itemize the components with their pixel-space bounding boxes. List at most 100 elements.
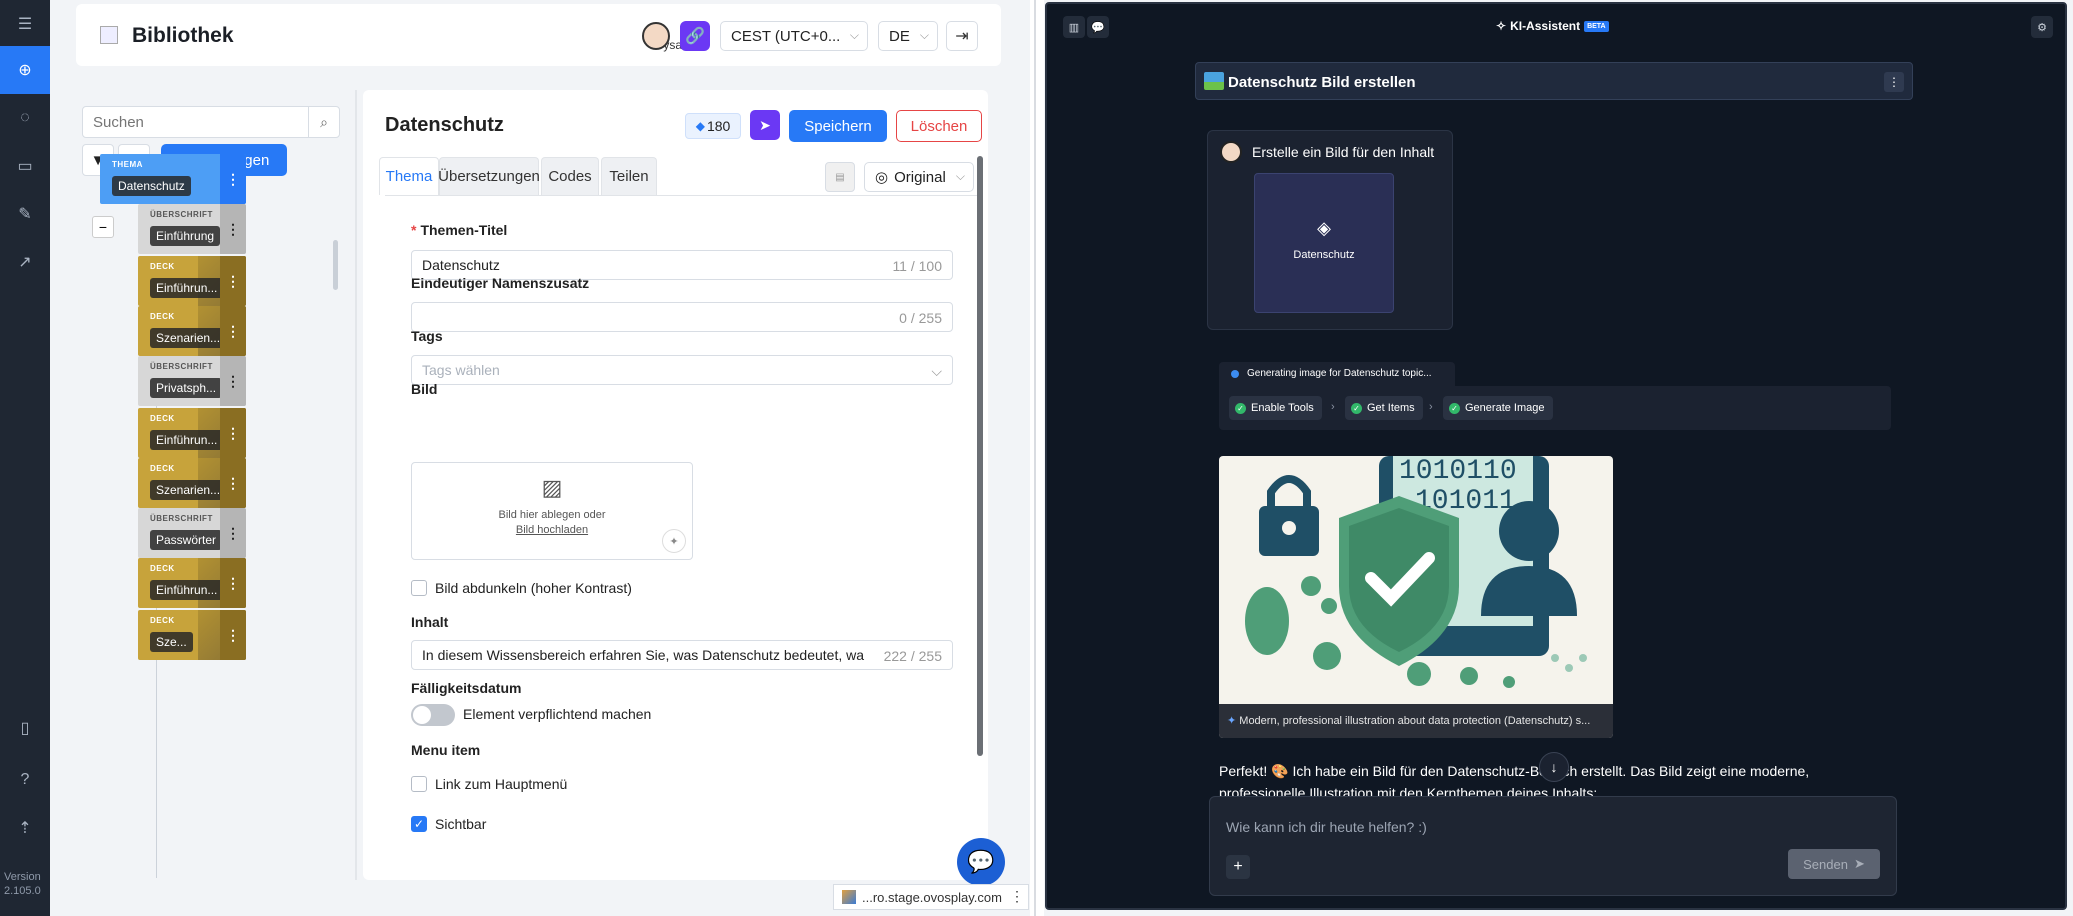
more-icon[interactable]: ⋮ bbox=[220, 306, 246, 356]
file-icon bbox=[842, 890, 856, 904]
image-dropzone[interactable]: ▨ Bild hier ablegen oder Bild hochladen … bbox=[411, 462, 693, 560]
chevron-down-icon: ⌵ bbox=[849, 28, 859, 42]
version-select[interactable]: ◎ Original ⌵ bbox=[864, 162, 974, 192]
split-divider[interactable] bbox=[1030, 0, 1044, 916]
language-select[interactable]: DE ⌵ bbox=[878, 21, 938, 51]
tags-select[interactable]: Tags wählen ⌵ bbox=[411, 355, 953, 385]
send-button[interactable]: Senden ➤ bbox=[1788, 849, 1880, 879]
help-icon[interactable]: ? bbox=[0, 756, 50, 804]
suffix-field[interactable]: 0 / 255 bbox=[411, 302, 953, 332]
link-icon[interactable]: 🔗 bbox=[680, 21, 710, 51]
tools-icon[interactable]: ✎ bbox=[0, 190, 50, 238]
attachment-card[interactable]: ◈ Datenschutz bbox=[1254, 173, 1394, 313]
image-caption-text: Modern, professional illustration about … bbox=[1239, 715, 1591, 727]
generated-image[interactable]: 1010110 101011 ✦ Modern, professional il… bbox=[1219, 456, 1613, 738]
mandatory-toggle[interactable] bbox=[411, 704, 455, 726]
tree-node-heading[interactable]: ÜBERSCHRIFT Passwörter ⋮ bbox=[138, 508, 246, 558]
main-menu-link-checkbox[interactable] bbox=[411, 776, 427, 792]
tab-translations[interactable]: Übersetzungen bbox=[438, 157, 540, 195]
more-icon[interactable]: ⋮ bbox=[220, 154, 246, 204]
delete-button[interactable]: Löschen bbox=[896, 110, 982, 142]
avatar[interactable] bbox=[642, 22, 670, 50]
support-chat-icon[interactable]: 💬 bbox=[957, 838, 1005, 886]
tree-node-deck[interactable]: DECK Einführun... ⋮ bbox=[138, 408, 246, 458]
more-icon[interactable]: ⋮ bbox=[220, 558, 246, 608]
progress-title: Generating image for Datenschutz topic..… bbox=[1247, 368, 1432, 379]
more-icon[interactable]: ⋮ bbox=[220, 508, 246, 558]
tree-node-topic[interactable]: THEMA Datenschutz ⋮ bbox=[100, 154, 246, 204]
arrow-down-icon[interactable]: ↓ bbox=[1539, 752, 1569, 782]
sparkle-icon: ✦ bbox=[1227, 715, 1237, 727]
tab-divider bbox=[385, 195, 982, 196]
more-icon[interactable]: ⋮ bbox=[1884, 72, 1904, 92]
progress-steps: ✓ Enable Tools › ✓ Get Items › ✓ Generate I… bbox=[1219, 386, 1891, 430]
ai-title: ✧ KI-Assistent BETA bbox=[1496, 19, 1609, 33]
chat-icon[interactable]: ◌ bbox=[0, 94, 50, 142]
tree-node-deck[interactable]: DECK Sze... ⋮ bbox=[138, 610, 246, 660]
tree-node-deck[interactable]: DECK Einführun... ⋮ bbox=[138, 256, 246, 306]
topic-form: Datenschutz ◆ 180 ➤ Speichern Löschen Th… bbox=[363, 90, 988, 880]
chart-icon[interactable]: ↗ bbox=[0, 238, 50, 286]
menu-icon[interactable]: ☰ bbox=[0, 0, 50, 48]
download-item[interactable]: ...ro.stage.ovosplay.com bbox=[833, 884, 1029, 910]
timezone-value: CEST (UTC+0... bbox=[731, 28, 841, 45]
node-name: Einführun... bbox=[150, 278, 224, 298]
credits-value: 180 bbox=[706, 118, 731, 134]
form-title: Datenschutz bbox=[385, 114, 504, 136]
check-icon: ✓ bbox=[1351, 402, 1362, 414]
topic-title-label: * Themen-Titel bbox=[411, 222, 508, 238]
node-type: ÜBERSCHRIFT bbox=[150, 362, 213, 371]
more-icon[interactable]: ⋮ bbox=[220, 458, 246, 508]
tree-node-deck[interactable]: DECK Einführun... ⋮ bbox=[138, 558, 246, 608]
check-icon: ✓ bbox=[1449, 402, 1460, 414]
gear-icon[interactable]: ⚙ bbox=[2031, 16, 2053, 38]
more-icon[interactable]: ⋮ bbox=[220, 610, 246, 660]
tab-thema[interactable]: Thema bbox=[379, 157, 439, 195]
add-circle-icon[interactable]: ⊕ bbox=[0, 46, 50, 94]
image-label: Bild bbox=[411, 381, 438, 397]
more-icon[interactable]: ⋮ bbox=[1010, 888, 1024, 905]
presentation-icon[interactable]: ▭ bbox=[0, 142, 50, 190]
tree-node-deck[interactable]: DECK Szenarien... ⋮ bbox=[138, 306, 246, 356]
visible-checkbox[interactable]: ✓ bbox=[411, 816, 427, 832]
sparkle-icon[interactable]: ✦ bbox=[662, 529, 686, 553]
more-icon[interactable]: ⋮ bbox=[220, 204, 246, 254]
panel-divider[interactable] bbox=[355, 90, 357, 880]
version-number: 2.105.0 bbox=[4, 885, 41, 897]
tree-node-heading[interactable]: ÜBERSCHRIFT Privatsph... ⋮ bbox=[138, 356, 246, 406]
plus-icon[interactable]: + bbox=[1226, 855, 1250, 879]
node-name: Szenarien... bbox=[150, 328, 227, 348]
tab-share[interactable]: Teilen bbox=[601, 157, 657, 195]
search-input[interactable] bbox=[82, 106, 316, 138]
more-icon[interactable]: ⋮ bbox=[220, 408, 246, 458]
picture-icon bbox=[1204, 72, 1224, 90]
collapse-node-icon[interactable]: − bbox=[92, 216, 114, 238]
save-button[interactable]: Speichern bbox=[789, 110, 887, 142]
form-scrollbar[interactable] bbox=[977, 156, 983, 756]
document-icon[interactable]: ▯ bbox=[0, 704, 50, 752]
tree-scrollbar[interactable] bbox=[333, 240, 338, 290]
chat-input[interactable]: Wie kann ich dir heute helfen? :) bbox=[1226, 819, 1427, 835]
darken-checkbox[interactable] bbox=[411, 580, 427, 596]
rocket-icon[interactable]: ⇡ bbox=[0, 804, 50, 852]
tree-node-deck[interactable]: DECK Szenarien... ⋮ bbox=[138, 458, 246, 508]
paper-plane-icon[interactable]: ➤ bbox=[750, 110, 780, 140]
search-icon[interactable]: ⌕ bbox=[308, 106, 340, 138]
logout-icon[interactable]: ⇥ bbox=[946, 21, 978, 51]
more-icon[interactable]: ⋮ bbox=[220, 256, 246, 306]
new-chat-icon[interactable]: 💬 bbox=[1087, 16, 1109, 38]
id-card-icon[interactable]: ▤ bbox=[825, 162, 855, 192]
image-upload-link[interactable]: Bild hochladen bbox=[412, 524, 692, 536]
content-field[interactable]: In diesem Wissensbereich erfahren Sie, w… bbox=[411, 640, 953, 670]
ai-assistant-panel: ▥ 💬 ✧ KI-Assistent BETA ⚙ Datenschutz Bi… bbox=[1045, 2, 2067, 910]
sidebar-toggle-icon[interactable]: ▥ bbox=[1063, 16, 1085, 38]
node-name: Szenarien... bbox=[150, 480, 227, 500]
timezone-select[interactable]: CEST (UTC+0... ⌵ bbox=[720, 21, 868, 51]
content-count: 222 / 255 bbox=[879, 648, 942, 664]
tab-codes[interactable]: Codes bbox=[541, 157, 599, 195]
image-icon: ▨ bbox=[541, 475, 563, 500]
node-type: DECK bbox=[150, 312, 175, 321]
more-icon[interactable]: ⋮ bbox=[220, 356, 246, 406]
tree-node-heading[interactable]: ÜBERSCHRIFT Einführung ⋮ bbox=[138, 204, 246, 254]
node-type: DECK bbox=[150, 414, 175, 423]
